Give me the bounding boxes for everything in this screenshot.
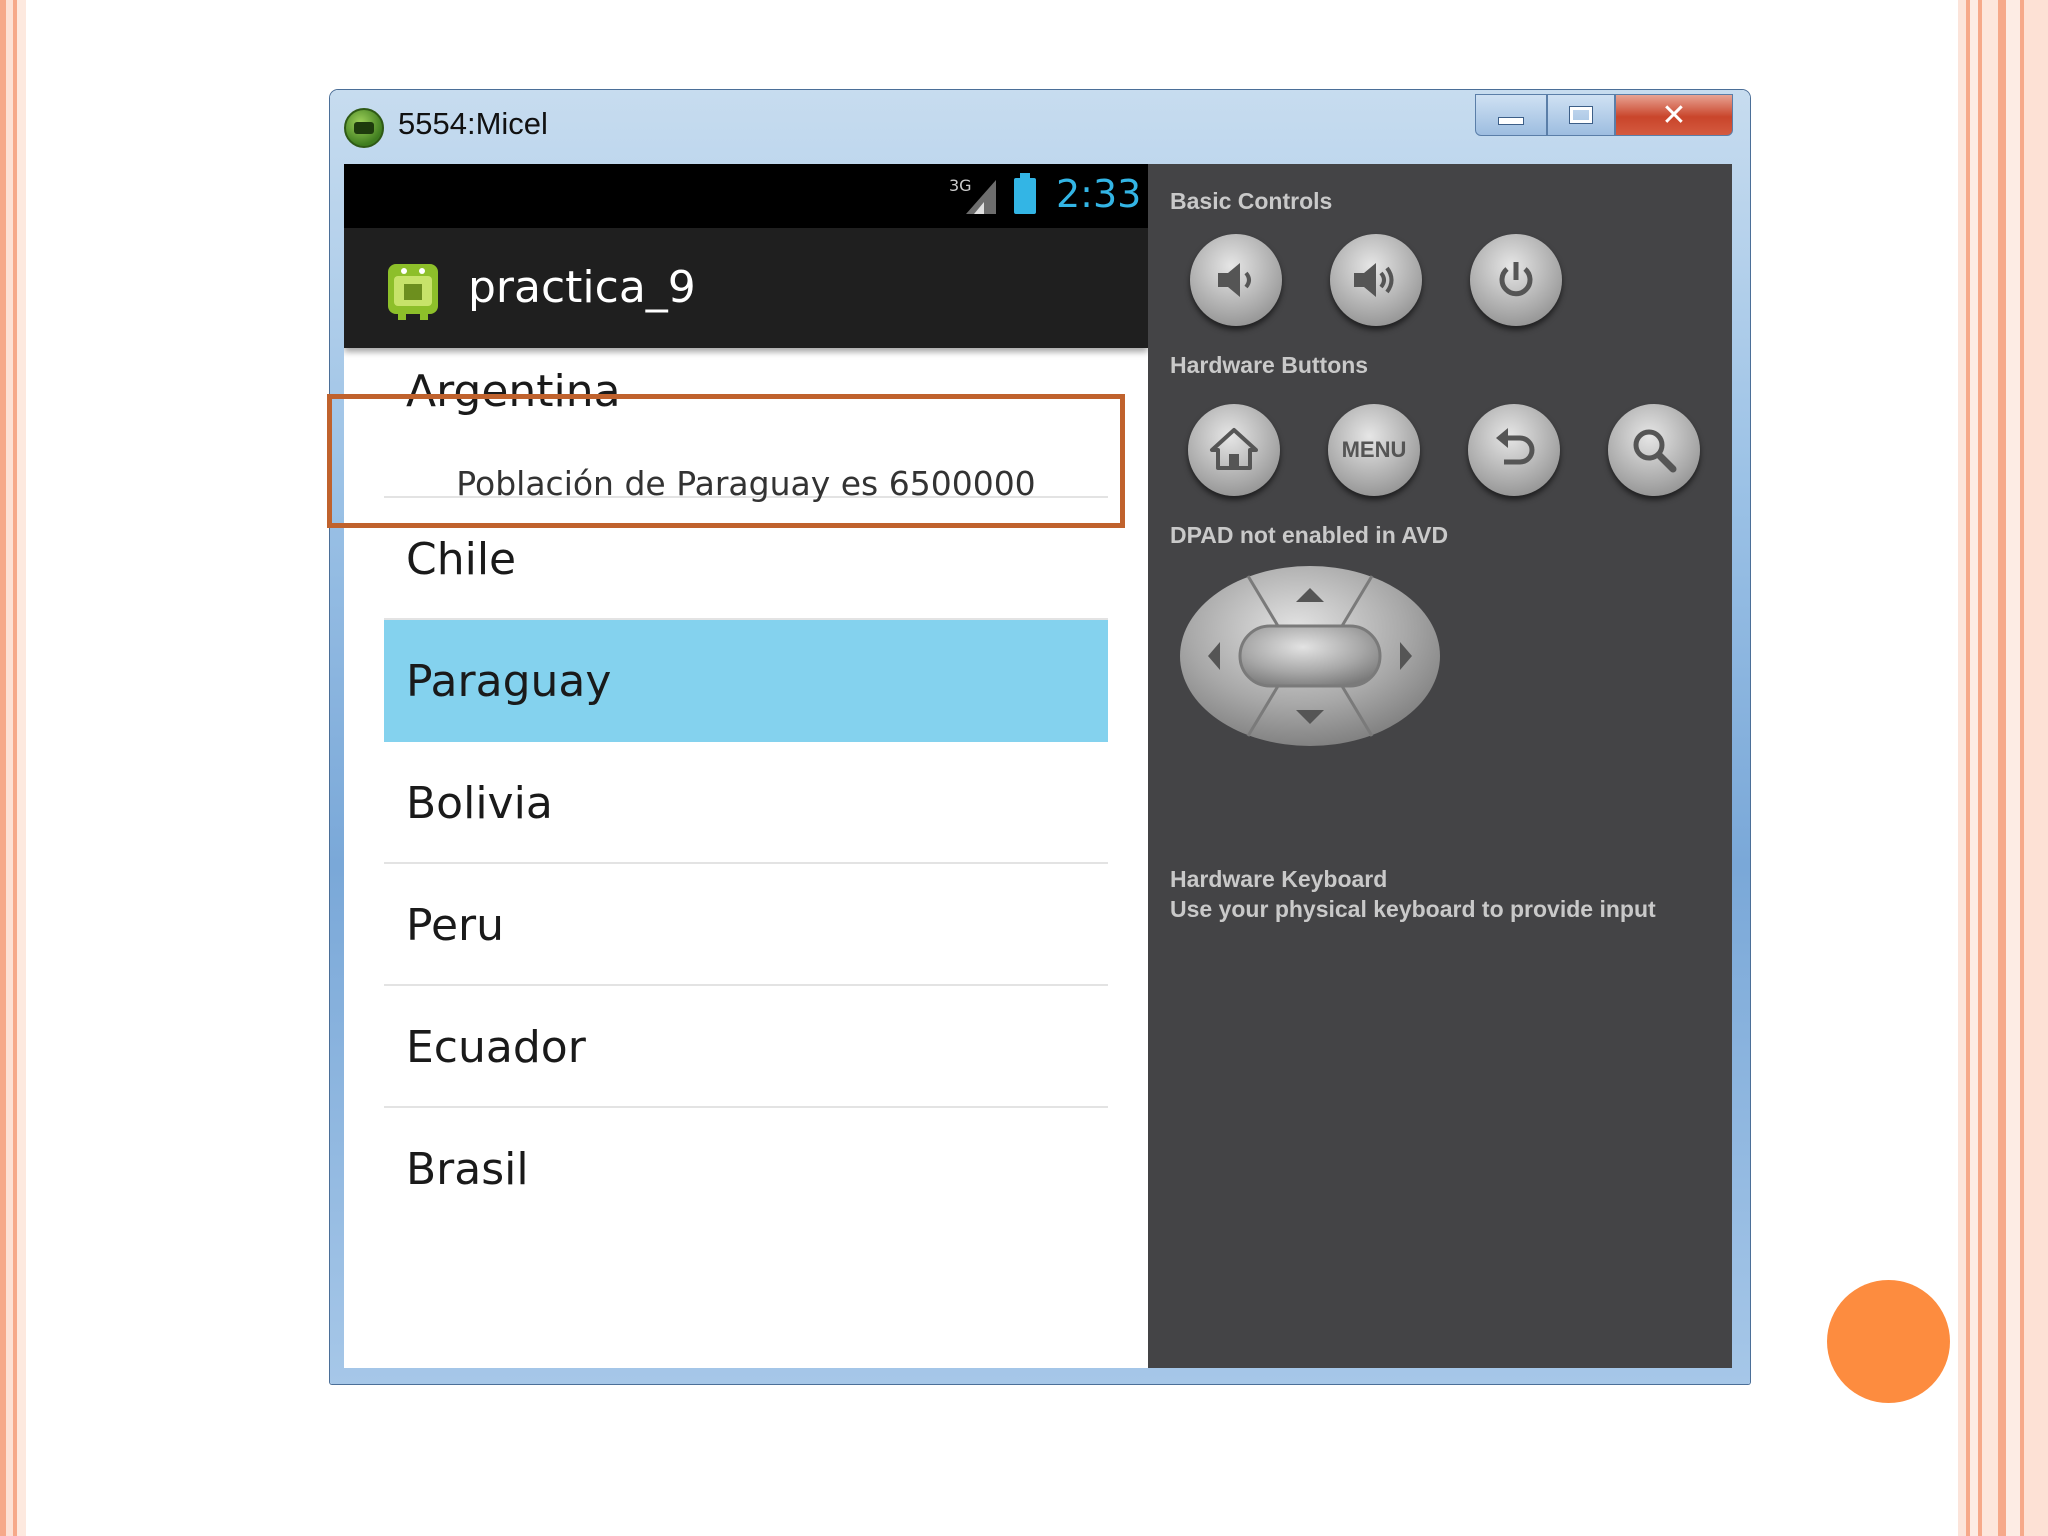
volume-up-button[interactable] bbox=[1330, 234, 1422, 326]
window-title: 5554:Micel bbox=[398, 106, 548, 141]
hardware-keyboard-label: Hardware Keyboard bbox=[1170, 866, 1388, 892]
toast-highlight-frame bbox=[327, 394, 1125, 528]
search-button[interactable] bbox=[1608, 404, 1700, 496]
status-clock: 2:33 bbox=[1056, 172, 1142, 216]
list-item-peru[interactable]: Peru bbox=[384, 864, 1108, 986]
hardware-keyboard-hint: Use your physical keyboard to provide in… bbox=[1170, 896, 1656, 922]
list-item-label: Bolivia bbox=[406, 778, 553, 829]
list-item-label: Paraguay bbox=[406, 656, 612, 707]
status-bar: 3G 2:33 bbox=[344, 164, 1148, 228]
back-button[interactable] bbox=[1468, 404, 1560, 496]
battery-charging-icon bbox=[1014, 173, 1036, 214]
volume-up-icon bbox=[1354, 263, 1394, 297]
signal-icon bbox=[966, 180, 996, 214]
menu-button-label: MENU bbox=[1341, 437, 1407, 462]
home-icon bbox=[1210, 428, 1258, 470]
list-item-label: Ecuador bbox=[406, 1022, 586, 1073]
action-bar: practica_9 bbox=[344, 228, 1148, 348]
emulator-controls-panel: Basic Controls Hardware Buttons MENU DPA… bbox=[1148, 164, 1732, 1368]
power-button[interactable] bbox=[1470, 234, 1562, 326]
maximize-icon bbox=[1569, 106, 1593, 124]
android-emulator-icon bbox=[344, 108, 384, 148]
power-icon bbox=[1499, 262, 1533, 297]
slide-right-stripe bbox=[1958, 0, 2048, 1536]
dpad-control[interactable] bbox=[1178, 564, 1442, 748]
list-item-label: Chile bbox=[406, 534, 517, 585]
window-caption-buttons: ✕ bbox=[1475, 94, 1733, 136]
list-item-label: Peru bbox=[406, 900, 505, 951]
volume-down-button[interactable] bbox=[1190, 234, 1282, 326]
minimize-button[interactable] bbox=[1475, 94, 1547, 136]
home-button[interactable] bbox=[1188, 404, 1280, 496]
slide-orange-dot bbox=[1827, 1280, 1950, 1403]
android-launcher-icon bbox=[388, 264, 438, 320]
back-icon bbox=[1496, 428, 1535, 465]
phone-screen: 3G 2:33 practica_9 Argentina Chile Parag… bbox=[344, 164, 1148, 1368]
list-item-brasil[interactable]: Brasil bbox=[384, 1108, 1108, 1230]
hardware-keyboard-info: Hardware Keyboard Use your physical keyb… bbox=[1170, 864, 1656, 924]
dpad-status-label: DPAD not enabled in AVD bbox=[1170, 522, 1449, 548]
emulator-window: 5554:Micel ✕ 3G 2:33 practica_9 Argentin… bbox=[330, 90, 1750, 1384]
app-title: practica_9 bbox=[468, 262, 696, 313]
list-item-ecuador[interactable]: Ecuador bbox=[384, 986, 1108, 1108]
maximize-button[interactable] bbox=[1547, 94, 1615, 136]
window-titlebar[interactable]: 5554:Micel ✕ bbox=[330, 90, 1750, 162]
search-icon bbox=[1633, 429, 1677, 473]
hardware-buttons-label: Hardware Buttons bbox=[1170, 352, 1369, 378]
close-button[interactable]: ✕ bbox=[1615, 94, 1733, 136]
list-item-label: Brasil bbox=[406, 1144, 529, 1195]
slide-left-stripe bbox=[0, 0, 26, 1536]
basic-controls-label: Basic Controls bbox=[1170, 188, 1333, 214]
list-item-bolivia[interactable]: Bolivia bbox=[384, 742, 1108, 864]
volume-down-icon bbox=[1218, 263, 1251, 297]
menu-button[interactable]: MENU bbox=[1328, 404, 1420, 496]
close-icon: ✕ bbox=[1661, 97, 1687, 133]
list-item-paraguay[interactable]: Paraguay bbox=[384, 620, 1108, 742]
minimize-icon bbox=[1498, 117, 1524, 125]
